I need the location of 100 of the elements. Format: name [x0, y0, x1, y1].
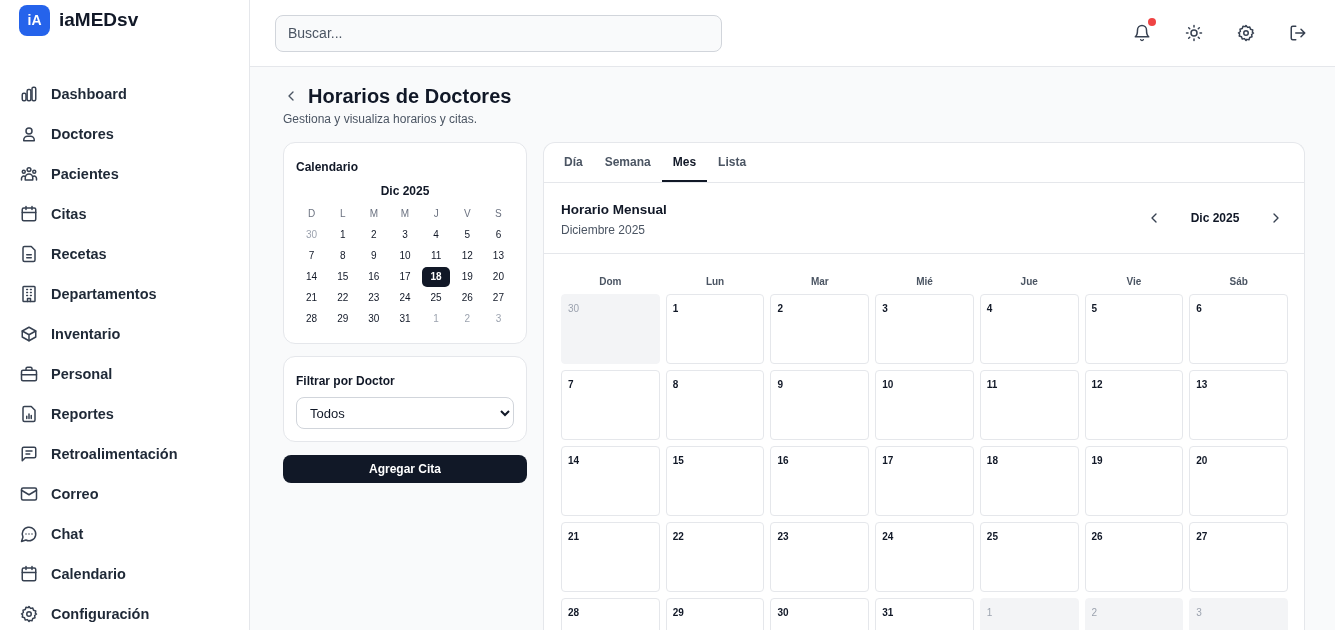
day-number: 4	[986, 303, 993, 314]
weekday-label: Jue	[1019, 275, 1039, 289]
day-cell[interactable]: 31	[875, 598, 974, 630]
calendar-day[interactable]: 30	[359, 309, 388, 329]
calendar-day[interactable]: 11	[422, 246, 451, 266]
calendar-day[interactable]: 8	[328, 246, 357, 266]
calendar-day[interactable]: 18	[422, 267, 451, 287]
logout-icon	[1289, 24, 1307, 42]
calendar-day[interactable]: 19	[453, 267, 482, 287]
day-cell[interactable]: 24	[875, 522, 974, 592]
day-cell[interactable]: 8	[665, 370, 765, 440]
calendar-day[interactable]: 27	[484, 288, 513, 308]
box-icon	[20, 325, 38, 343]
view-tab[interactable]: Semana	[593, 143, 662, 182]
day-number: 27	[1196, 531, 1208, 542]
calendar-day[interactable]: 9	[359, 246, 388, 266]
settings-icon	[1237, 24, 1255, 42]
sidebar-item[interactable]: Personal	[0, 354, 249, 394]
day-cell[interactable]: 5	[1084, 294, 1184, 364]
day-number: 29	[672, 607, 684, 618]
sidebar-item[interactable]: Doctores	[0, 114, 249, 154]
day-cell[interactable]: 20	[1189, 446, 1288, 516]
sidebar-item[interactable]: Calendario	[0, 554, 249, 594]
calendar-day[interactable]: 1	[328, 225, 357, 245]
sidebar-item[interactable]: Reportes	[0, 394, 249, 434]
calendar-day[interactable]: 7	[297, 246, 326, 266]
sidebar-item[interactable]: Inventario	[0, 314, 249, 354]
calendar-day[interactable]: 20	[484, 267, 513, 287]
calendar-day[interactable]: 3	[391, 225, 419, 245]
document-icon	[20, 245, 38, 263]
sidebar-item[interactable]: Configuración	[0, 594, 249, 630]
add-appointment-button[interactable]: Agregar Cita	[283, 455, 527, 483]
day-cell[interactable]: 25	[979, 522, 1079, 592]
day-cell[interactable]: 6	[1189, 294, 1288, 364]
calendar-day[interactable]: 4	[422, 225, 451, 245]
calendar-day[interactable]: 14	[297, 267, 326, 287]
view-tab[interactable]: Día	[553, 143, 594, 182]
sidebar-item[interactable]: Citas	[0, 194, 249, 234]
day-number: 20	[1196, 455, 1208, 466]
view-tab[interactable]: Mes	[661, 143, 708, 182]
day-cell[interactable]: 1	[665, 294, 765, 364]
day-cell[interactable]: 21	[561, 522, 660, 592]
calendar-day[interactable]: 17	[391, 267, 419, 287]
sidebar-item[interactable]: Dashboard	[0, 74, 249, 114]
day-cell[interactable]: 15	[665, 446, 765, 516]
calendar-day[interactable]: 13	[484, 246, 513, 266]
day-cell[interactable]: 19	[1084, 446, 1184, 516]
calendar-day[interactable]: 10	[391, 246, 419, 266]
day-cell[interactable]: 9	[770, 370, 870, 440]
day-cell[interactable]: 26	[1084, 522, 1184, 592]
day-cell[interactable]: 16	[770, 446, 870, 516]
day-cell[interactable]: 4	[979, 294, 1079, 364]
day-cell[interactable]: 14	[561, 446, 660, 516]
page-subtitle: Gestiona y visualiza horarios y citas.	[283, 112, 478, 126]
calendar-day[interactable]: 15	[328, 267, 357, 287]
day-cell[interactable]: 22	[665, 522, 765, 592]
calendar-day[interactable]: 22	[328, 288, 357, 308]
calendar-day[interactable]: 29	[328, 309, 357, 329]
sidebar-item[interactable]: Correo	[0, 474, 249, 514]
calendar-day[interactable]: 28	[297, 309, 326, 329]
sidebar-item[interactable]: Chat	[0, 514, 249, 554]
day-cell[interactable]: 7	[561, 370, 660, 440]
calendar-day[interactable]: 12	[453, 246, 482, 266]
day-cell[interactable]: 30	[770, 598, 870, 630]
search-field[interactable]: Buscar...	[275, 14, 722, 52]
calendar-day[interactable]: 6	[484, 225, 513, 245]
calendar-day[interactable]: 23	[359, 288, 388, 308]
sidebar-item[interactable]: Departamentos	[0, 274, 249, 314]
day-cell[interactable]: 27	[1189, 522, 1288, 592]
day-cell[interactable]: 10	[875, 370, 974, 440]
calendar-day[interactable]: 21	[297, 288, 326, 308]
sun-icon	[1185, 24, 1203, 42]
sidebar-item[interactable]: Recetas	[0, 234, 249, 274]
day-cell[interactable]: 11	[979, 370, 1079, 440]
weekday-label: Dom	[598, 275, 623, 289]
sidebar-item[interactable]: Retroalimentación	[0, 434, 249, 474]
settings-button[interactable]	[1235, 22, 1257, 44]
calendar-day[interactable]: 31	[391, 309, 419, 329]
day-cell[interactable]: 18	[979, 446, 1079, 516]
calendar-day[interactable]: 25	[422, 288, 451, 308]
calendar-day[interactable]: 16	[359, 267, 388, 287]
weekday-label: Vie	[1125, 275, 1143, 289]
calendar-day[interactable]: 24	[391, 288, 419, 308]
day-cell[interactable]: 28	[561, 598, 660, 630]
sidebar-item[interactable]: Pacientes	[0, 154, 249, 194]
day-cell[interactable]: 2	[770, 294, 870, 364]
theme-button[interactable]	[1183, 22, 1205, 44]
view-tab[interactable]: Lista	[707, 143, 758, 182]
doctor-select[interactable]: Todos	[296, 397, 514, 429]
day-cell[interactable]: 3	[875, 294, 974, 364]
calendar-day[interactable]: 5	[453, 225, 482, 245]
day-cell[interactable]: 29	[665, 598, 765, 630]
calendar-day[interactable]: 26	[453, 288, 482, 308]
settings-icon	[20, 605, 38, 623]
day-cell[interactable]: 12	[1084, 370, 1184, 440]
day-number: 28	[568, 607, 580, 618]
calendar-day[interactable]: 2	[359, 225, 388, 245]
day-cell[interactable]: 23	[770, 522, 870, 592]
day-cell[interactable]: 13	[1189, 370, 1288, 440]
day-cell[interactable]: 17	[875, 446, 974, 516]
